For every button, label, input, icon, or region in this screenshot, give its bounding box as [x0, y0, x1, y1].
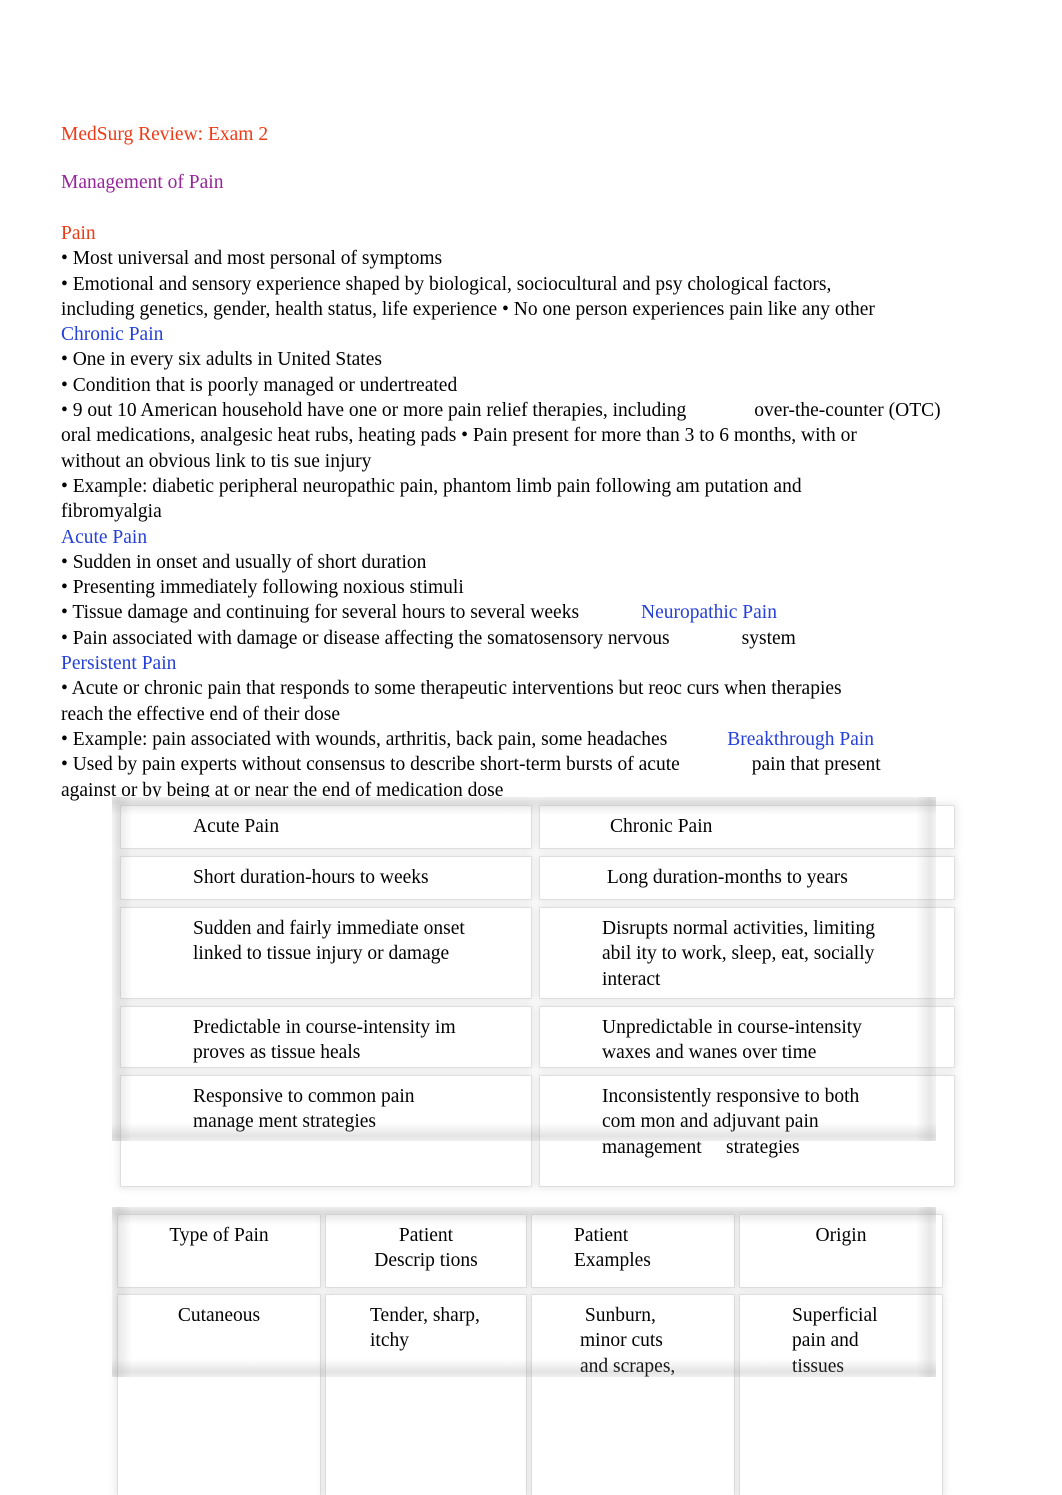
inline-heading-breakthrough-pain: Breakthrough Pain: [727, 728, 875, 750]
persistent-bullets-text-2: • Used by pain experts without consensus…: [61, 754, 680, 776]
chronic-pain-bullets-part1: • One in every six adults in United Stat…: [61, 347, 951, 423]
table-cell: Sudden and fairly immediate onset linked…: [121, 908, 531, 998]
persistent-pain-bullets-part2: • Used by pain experts without consensus…: [61, 752, 951, 777]
table-cell: Responsive to common pain manage ment st…: [121, 1076, 531, 1186]
table-cell: Superficial pain and tissues: [740, 1295, 942, 1495]
table-cell: Sunburn, minor cuts and scrapes,: [532, 1295, 734, 1495]
table-cell: Predictable in course-intensity im prove…: [121, 1007, 531, 1067]
section-heading-pain: Pain: [61, 223, 96, 244]
table-header-cell: Type of Pain: [118, 1215, 320, 1287]
table-cell: Short duration-hours to weeks: [121, 857, 531, 899]
table-cell: Long duration-months to years: [540, 857, 954, 899]
chronic-pain-bullets-part2: oral medications, analgesic heat rubs, h…: [61, 425, 857, 523]
page-title: MedSurg Review: Exam 2: [61, 124, 269, 145]
document-subtitle: Management of Pain: [61, 171, 224, 193]
table-cell: Unpredictable in course-intensity waxes …: [540, 1007, 954, 1067]
chronic-otc-text: over-the-counter (OTC): [754, 400, 941, 422]
persistent-pain-bullets-part1: • Acute or chronic pain that responds to…: [61, 676, 951, 752]
section-heading-chronic-pain: Chronic Pain: [61, 324, 164, 346]
section-heading-persistent-pain: Persistent Pain: [61, 653, 177, 675]
table-header-cell: Acute Pain: [121, 806, 531, 848]
acute-bullets-text-1: • Sudden in onset and usually of short d…: [61, 551, 580, 624]
document-body: MedSurg Review: Exam 2 Management of Pai…: [61, 122, 951, 803]
breakthrough-tail-text: pain that present: [751, 754, 881, 776]
table-cell: Disrupts normal activities, limiting abi…: [540, 908, 954, 998]
table-header-cell: Patient Examples: [532, 1215, 734, 1287]
section-heading-acute-pain: Acute Pain: [61, 526, 148, 548]
table-cell: Tender, sharp, itchy: [326, 1295, 526, 1495]
document-page: MedSurg Review: Exam 2 Management of Pai…: [0, 0, 1062, 1495]
acute-system-word: system: [741, 627, 796, 649]
acute-pain-bullets-part1: • Sudden in onset and usually of short d…: [61, 550, 951, 626]
inline-heading-neuropathic-pain: Neuropathic Pain: [641, 602, 777, 624]
chronic-bullets-text-1: • One in every six adults in United Stat…: [61, 349, 687, 422]
table-cell: Inconsistently responsive to both com mo…: [540, 1076, 954, 1186]
pain-bullet-list: • Most universal and most personal of sy…: [61, 248, 875, 320]
acute-bullets-text-2: • Pain associated with damage or disease…: [61, 627, 670, 649]
table-header-cell: Origin: [740, 1215, 942, 1287]
table-acute-vs-chronic-pain: Acute Pain Chronic Pain Short duration-h…: [112, 797, 954, 1186]
table-pain-types: Type of Pain Patient Descrip tions Patie…: [112, 1207, 942, 1495]
persistent-bullets-text-1: • Acute or chronic pain that responds to…: [61, 678, 842, 750]
acute-pain-bullets-part2: • Pain associated with damage or disease…: [61, 626, 951, 651]
table-header-cell: Patient Descrip tions: [326, 1215, 526, 1287]
table-header-cell: Chronic Pain: [540, 806, 954, 848]
table-cell: Cutaneous: [118, 1295, 320, 1495]
